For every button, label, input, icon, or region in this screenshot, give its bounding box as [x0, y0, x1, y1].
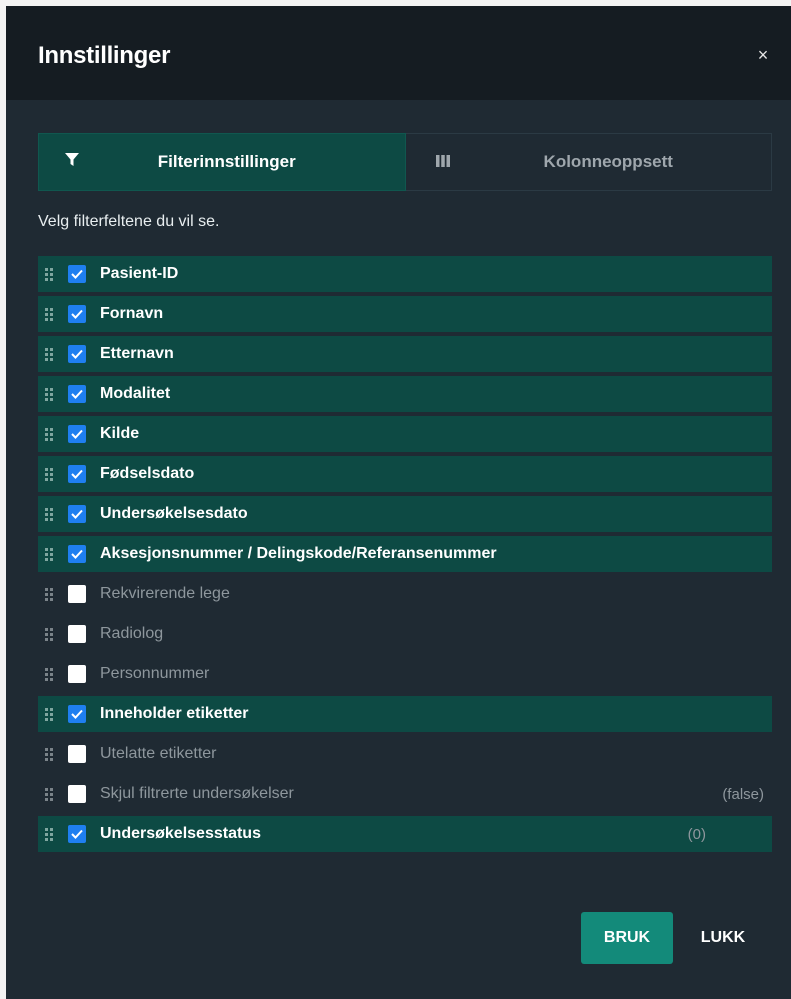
- drag-handle-icon[interactable]: [44, 587, 54, 601]
- drag-handle-icon[interactable]: [44, 307, 54, 321]
- filter-field-row[interactable]: Skjul filtrerte undersøkelser (false): [38, 776, 772, 812]
- filter-field-row[interactable]: Radiolog: [38, 616, 772, 652]
- checkbox-unchecked[interactable]: [68, 665, 86, 683]
- filter-field-row[interactable]: Modalitet: [38, 376, 772, 412]
- filter-field-row[interactable]: Personnummer: [38, 656, 772, 692]
- dialog-header: Innstillinger ×: [6, 6, 791, 100]
- checkbox-checked[interactable]: [68, 305, 86, 323]
- drag-handle-icon[interactable]: [44, 387, 54, 401]
- settings-dialog: Innstillinger × Filterinnstillinger Kolo…: [6, 6, 791, 999]
- drag-handle-icon[interactable]: [44, 427, 54, 441]
- checkbox-checked[interactable]: [68, 465, 86, 483]
- field-label: Fødselsdato: [100, 465, 195, 482]
- dialog-title: Innstillinger: [38, 42, 171, 69]
- filter-field-row[interactable]: Etternavn: [38, 336, 772, 372]
- field-label: Modalitet: [100, 385, 171, 402]
- checkbox-unchecked[interactable]: [68, 745, 86, 763]
- filter-field-row[interactable]: Undersøkelsesstatus (0): [38, 816, 772, 852]
- check-icon: [71, 829, 83, 839]
- tab-label: Filterinnstillinger: [157, 152, 296, 171]
- checkbox-checked[interactable]: [68, 705, 86, 723]
- check-icon: [71, 509, 83, 519]
- field-extra-value: (false): [722, 785, 764, 803]
- filter-field-row[interactable]: Kilde: [38, 416, 772, 452]
- filter-icon: [65, 152, 79, 172]
- check-icon: [71, 269, 83, 279]
- field-label: Inneholder etiketter: [100, 705, 249, 722]
- drag-handle-icon[interactable]: [44, 547, 54, 561]
- close-button[interactable]: LUKK: [685, 912, 761, 964]
- drag-handle-icon[interactable]: [44, 267, 54, 281]
- field-label: Utelatte etiketter: [100, 745, 217, 762]
- columns-icon: [435, 152, 450, 172]
- field-extra-value: (0): [687, 825, 706, 843]
- check-icon: [71, 709, 83, 719]
- drag-handle-icon[interactable]: [44, 787, 54, 801]
- field-label: Rekvirerende lege: [100, 585, 230, 602]
- checkbox-unchecked[interactable]: [68, 625, 86, 643]
- instructions-text: Velg filterfeltene du vil se.: [38, 213, 220, 230]
- field-label: Personnummer: [100, 665, 210, 682]
- field-label: Undersøkelsesdato: [100, 505, 248, 522]
- checkbox-checked[interactable]: [68, 825, 86, 843]
- filter-field-row[interactable]: Fødselsdato: [38, 456, 772, 492]
- field-label: Aksesjonsnummer / Delingskode/Referansen…: [100, 545, 497, 562]
- apply-button[interactable]: BRUK: [581, 912, 673, 964]
- tab-filter-settings[interactable]: Filterinnstillinger: [38, 133, 406, 191]
- drag-handle-icon[interactable]: [44, 507, 54, 521]
- filter-field-row[interactable]: Undersøkelsesdato: [38, 496, 772, 532]
- check-icon: [71, 469, 83, 479]
- filter-field-row[interactable]: Fornavn: [38, 296, 772, 332]
- field-label: Pasient-ID: [100, 265, 179, 282]
- drag-handle-icon[interactable]: [44, 627, 54, 641]
- drag-handle-icon[interactable]: [44, 347, 54, 361]
- checkbox-checked[interactable]: [68, 265, 86, 283]
- drag-handle-icon[interactable]: [44, 827, 54, 841]
- filter-field-row[interactable]: Pasient-ID: [38, 256, 772, 292]
- checkbox-checked[interactable]: [68, 505, 86, 523]
- checkbox-checked[interactable]: [68, 425, 86, 443]
- field-label: Etternavn: [100, 345, 174, 362]
- checkbox-checked[interactable]: [68, 345, 86, 363]
- filter-field-row[interactable]: Inneholder etiketter: [38, 696, 772, 732]
- checkbox-unchecked[interactable]: [68, 785, 86, 803]
- drag-handle-icon[interactable]: [44, 467, 54, 481]
- field-label: Skjul filtrerte undersøkelser: [100, 785, 294, 802]
- check-icon: [71, 349, 83, 359]
- close-icon[interactable]: ×: [753, 45, 773, 65]
- field-label: Kilde: [100, 425, 140, 442]
- drag-handle-icon[interactable]: [44, 667, 54, 681]
- tab-column-layout[interactable]: Kolonneoppsett: [405, 134, 771, 190]
- check-icon: [71, 429, 83, 439]
- dialog-footer: BRUK LUKK: [581, 912, 761, 964]
- checkbox-unchecked[interactable]: [68, 585, 86, 603]
- settings-tabs: Filterinnstillinger Kolonneoppsett: [38, 133, 772, 191]
- filter-field-row[interactable]: Utelatte etiketter: [38, 736, 772, 772]
- filter-field-row[interactable]: Rekvirerende lege: [38, 576, 772, 612]
- check-icon: [71, 309, 83, 319]
- field-label: Undersøkelsesstatus: [100, 825, 261, 842]
- drag-handle-icon[interactable]: [44, 707, 54, 721]
- filter-field-list: Pasient-ID Fornavn Etternavn Modalitet Kilde…: [38, 256, 772, 856]
- tab-label: Kolonneoppsett: [543, 152, 673, 171]
- field-label: Radiolog: [100, 625, 164, 642]
- filter-field-row[interactable]: Aksesjonsnummer / Delingskode/Referansen…: [38, 536, 772, 572]
- checkbox-checked[interactable]: [68, 545, 86, 563]
- check-icon: [71, 549, 83, 559]
- checkbox-checked[interactable]: [68, 385, 86, 403]
- drag-handle-icon[interactable]: [44, 747, 54, 761]
- field-label: Fornavn: [100, 305, 164, 322]
- check-icon: [71, 389, 83, 399]
